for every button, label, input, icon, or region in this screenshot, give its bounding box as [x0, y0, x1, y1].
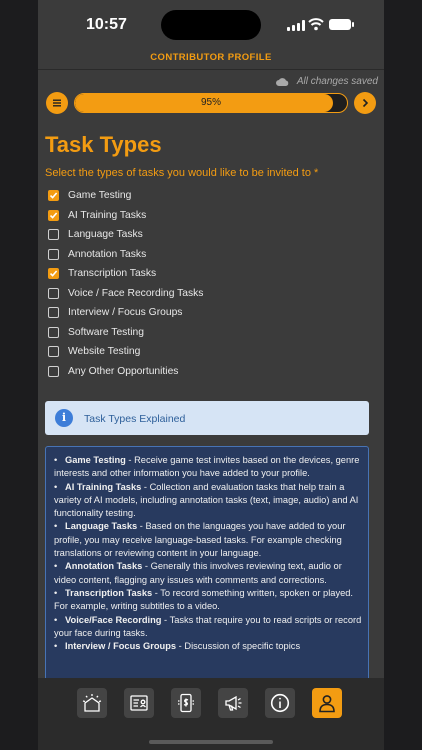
task-description-item: • Game Testing - Receive game test invit… — [54, 454, 364, 481]
task-description-term: Transcription Tasks — [65, 587, 153, 598]
task-option-checkbox[interactable] — [48, 190, 59, 202]
task-description-item: • Transcription Tasks - To record someth… — [54, 587, 364, 614]
screen-title: CONTRIBUTOR PROFILE — [150, 52, 272, 63]
task-option-checkbox[interactable] — [48, 248, 59, 260]
task-description-item: • Interview / Focus Groups - Discussion … — [54, 640, 364, 653]
task-option-checkbox[interactable] — [48, 229, 59, 241]
task-description-term: Game Testing — [65, 455, 126, 465]
bullet-icon: • — [54, 521, 66, 532]
task-option-row[interactable]: Software Testing — [48, 323, 368, 343]
task-option-label: AI Training Tasks — [68, 209, 147, 221]
task-option-row[interactable]: Annotation Tasks — [48, 245, 368, 265]
task-description-item: • AI Training Tasks - Collection and eva… — [54, 481, 364, 521]
task-option-label: Any Other Opportunities — [68, 365, 179, 377]
home-indicator — [149, 740, 273, 744]
task-option-checkbox[interactable] — [48, 268, 59, 280]
progress-label: 95% — [200, 97, 221, 108]
battery-icon — [329, 19, 354, 30]
task-description-item: • Voice/Face Recording - Tasks that requ… — [54, 614, 364, 641]
checkmark-icon — [49, 192, 58, 200]
profile-card-icon — [130, 695, 148, 711]
tab-profile-card[interactable] — [124, 688, 154, 718]
progress-bar: 95% — [74, 93, 348, 113]
bullet-icon: • — [54, 561, 66, 572]
tab-info[interactable] — [265, 688, 295, 718]
save-status: All changes saved — [296, 76, 378, 87]
task-type-options: Game Testing AI Training Tasks Language Ta… — [48, 186, 368, 381]
wifi-icon — [308, 18, 324, 31]
task-option-label: Game Testing — [68, 190, 132, 202]
task-option-label: Annotation Tasks — [68, 248, 147, 260]
task-option-row[interactable]: Transcription Tasks — [48, 264, 368, 284]
task-description-item: • Annotation Tasks - Generally this invo… — [54, 560, 364, 587]
app-screen: 10:57 CONTRIBUTOR PROFILE All changes sa… — [38, 0, 384, 750]
task-option-checkbox[interactable] — [48, 365, 59, 377]
header-divider — [38, 69, 384, 70]
task-types-explained-box[interactable]: i Task Types Explained — [45, 401, 369, 435]
task-option-row[interactable]: Language Tasks — [48, 225, 368, 245]
task-description-term: Voice/Face Recording — [65, 614, 162, 625]
hamburger-icon — [53, 99, 61, 107]
task-option-row[interactable]: Game Testing — [48, 186, 368, 206]
tab-sun-home[interactable] — [77, 688, 107, 718]
task-option-label: Voice / Face Recording Tasks — [68, 287, 204, 299]
checkmark-icon — [49, 270, 58, 278]
task-types-prompt: Select the types of tasks you would like… — [45, 167, 319, 179]
person-icon — [319, 695, 335, 713]
task-option-label: Transcription Tasks — [68, 268, 157, 280]
task-description-term: AI Training Tasks — [65, 481, 142, 492]
info-box-title: Task Types Explained — [84, 413, 186, 425]
task-description-text: - Discussion of specific topics — [176, 641, 301, 652]
next-button[interactable] — [354, 92, 376, 114]
menu-button[interactable] — [46, 92, 68, 114]
status-bar: 10:57 — [38, 0, 384, 50]
task-description-term: Annotation Tasks — [65, 561, 143, 572]
task-description-term: Language Tasks — [65, 521, 138, 532]
bullet-icon: • — [54, 455, 66, 465]
bullet-icon: • — [54, 587, 66, 598]
cellular-signal-icon — [287, 20, 305, 31]
bullet-icon: • — [54, 614, 66, 625]
task-option-checkbox[interactable] — [48, 346, 59, 358]
task-option-row[interactable]: Voice / Face Recording Tasks — [48, 284, 368, 304]
task-descriptions-list: • Game Testing - Receive game test invit… — [46, 447, 368, 653]
task-descriptions-panel: • Game Testing - Receive game test invit… — [45, 446, 369, 679]
info-circle-icon: i — [55, 409, 73, 427]
tab-phone-payment[interactable] — [171, 688, 201, 718]
status-time: 10:57 — [86, 16, 127, 33]
task-option-label: Language Tasks — [68, 229, 143, 241]
sun-home-icon — [82, 694, 102, 712]
bullet-icon: • — [54, 481, 66, 492]
phone-frame: 10:57 CONTRIBUTOR PROFILE All changes sa… — [0, 0, 422, 750]
task-option-checkbox[interactable] — [48, 307, 59, 319]
megaphone-icon — [225, 695, 242, 711]
task-option-row[interactable]: Website Testing — [48, 342, 368, 362]
task-option-label: Website Testing — [68, 346, 141, 358]
task-option-label: Interview / Focus Groups — [68, 307, 183, 319]
tab-person[interactable] — [312, 688, 342, 718]
checkmark-icon — [49, 212, 58, 219]
task-option-checkbox[interactable] — [48, 209, 59, 221]
task-option-row[interactable]: Interview / Focus Groups — [48, 303, 368, 323]
task-option-checkbox[interactable] — [48, 287, 59, 299]
task-description-term: Interview / Focus Groups — [65, 641, 177, 652]
task-option-label: Software Testing — [68, 326, 144, 338]
task-option-checkbox[interactable] — [48, 326, 59, 338]
info-icon — [270, 693, 290, 713]
dynamic-island — [161, 10, 261, 40]
phone-payment-icon — [178, 693, 194, 713]
task-option-row[interactable]: Any Other Opportunities — [48, 362, 368, 382]
tab-megaphone[interactable] — [218, 688, 248, 718]
page-title: Task Types — [45, 132, 162, 157]
task-option-row[interactable]: AI Training Tasks — [48, 206, 368, 226]
bullet-icon: • — [54, 641, 66, 652]
task-description-item: • Language Tasks - Based on the language… — [54, 520, 364, 560]
chevron-right-icon — [362, 98, 369, 108]
